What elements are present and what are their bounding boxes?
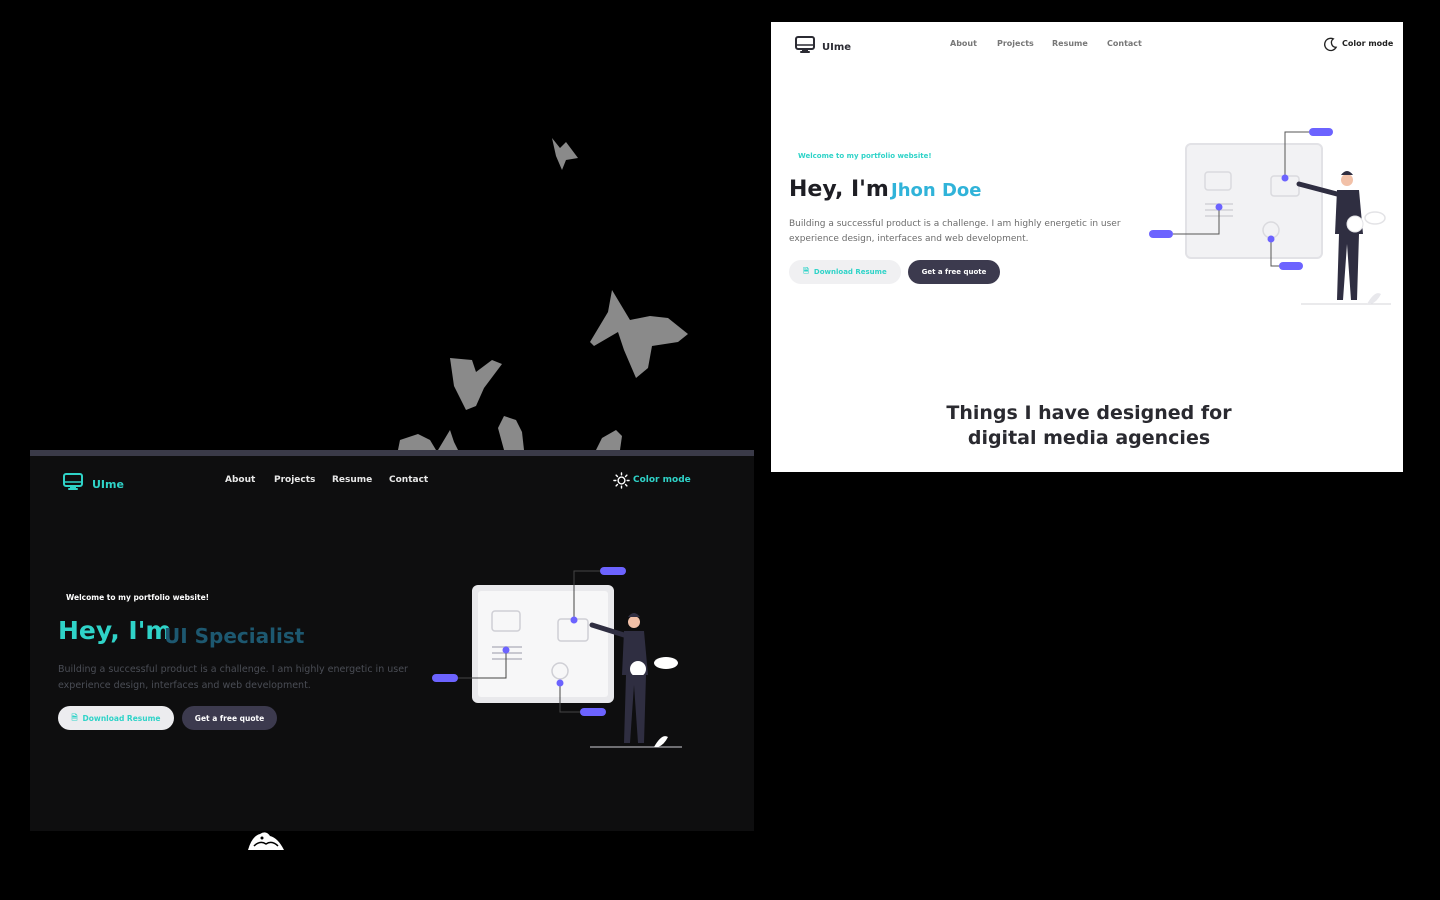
nav-about[interactable]: About [225, 475, 255, 485]
hero-illustration [1149, 128, 1391, 305]
nav-projects[interactable]: Projects [997, 39, 1034, 48]
nav-contact[interactable]: Contact [1107, 39, 1142, 48]
hero-description: Building a successful product is a chall… [789, 219, 1121, 244]
nav-about[interactable]: About [950, 39, 977, 48]
hero-illustration [432, 567, 682, 748]
document-icon: 🗎 [71, 712, 78, 722]
nav-projects[interactable]: Projects [274, 475, 315, 485]
get-quote-button[interactable]: Get a free quote [908, 260, 1000, 284]
color-mode-toggle[interactable]: Color mode [633, 475, 691, 485]
download-resume-button[interactable]: 🗎 Download Resume [789, 260, 901, 284]
download-resume-label: Download Resume [82, 713, 161, 723]
hero-role: UI Specialist [164, 624, 305, 648]
mascot-icon [248, 832, 284, 850]
butterflies-decoration [398, 138, 688, 450]
nav-resume[interactable]: Resume [332, 475, 372, 485]
nav-resume[interactable]: Resume [1052, 39, 1088, 48]
light-mode-preview: UIme About Projects Resume Contact Color… [771, 22, 1403, 472]
logo-text[interactable]: UIme [92, 478, 124, 491]
hero-greeting: Hey, I'm [58, 616, 172, 645]
monitor-icon[interactable] [794, 35, 816, 55]
dark-mode-preview: UIme About Projects Resume Contact Color… [30, 450, 754, 831]
section-heading: Things I have designed for digital media… [946, 402, 1232, 449]
hero-description: Building a successful product is a chall… [58, 664, 408, 691]
monitor-icon[interactable] [62, 472, 84, 492]
moon-icon[interactable] [1323, 37, 1338, 52]
download-resume-button[interactable]: 🗎 Download Resume [58, 706, 174, 730]
logo-text[interactable]: UIme [822, 42, 851, 53]
get-quote-button[interactable]: Get a free quote [182, 706, 277, 730]
color-mode-toggle[interactable]: Color mode [1342, 39, 1393, 48]
welcome-text: Welcome to my portfolio website! [798, 152, 932, 160]
download-resume-label: Download Resume [813, 268, 887, 276]
document-icon: 🗎 [803, 266, 809, 275]
sun-icon[interactable] [613, 472, 630, 489]
welcome-text: Welcome to my portfolio website! [66, 593, 210, 602]
hero-name: Jhon Doe [891, 180, 982, 201]
nav-contact[interactable]: Contact [389, 475, 428, 485]
hero-greeting: Hey, I'm [789, 177, 889, 202]
top-border [30, 450, 754, 456]
